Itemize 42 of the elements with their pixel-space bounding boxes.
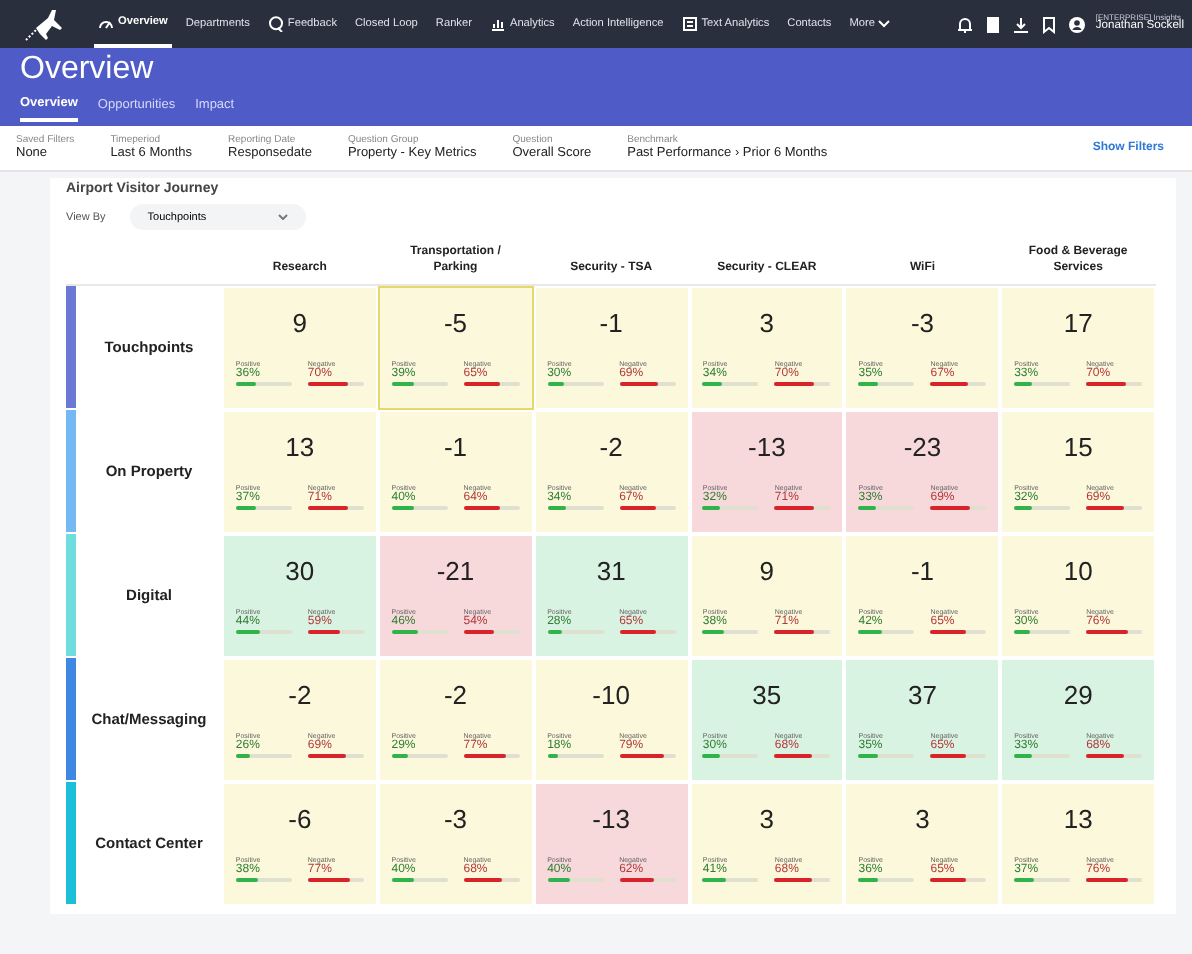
bookmark-icon[interactable] xyxy=(1039,15,1058,33)
score-value: -2 xyxy=(443,680,468,714)
score-value: -6 xyxy=(288,804,312,838)
bell-icon[interactable] xyxy=(955,15,974,33)
score-value: -21 xyxy=(436,556,475,590)
score-value: 3 xyxy=(759,804,775,838)
score-value: 9 xyxy=(759,556,775,590)
score-value: 17 xyxy=(1063,308,1093,342)
score-value: 15 xyxy=(1063,432,1093,466)
score-value: 9 xyxy=(292,308,308,342)
score-value: 3 xyxy=(759,308,775,342)
score-value: 10 xyxy=(1063,556,1093,590)
score-value: 13 xyxy=(285,432,315,466)
score-value: -3 xyxy=(910,308,935,342)
score-value: 13 xyxy=(1063,804,1093,838)
score-value: 29 xyxy=(1063,680,1093,714)
score-value: 3 xyxy=(915,804,930,838)
score-value: -2 xyxy=(288,680,312,714)
score-value: 35 xyxy=(752,680,782,714)
user-icon[interactable] xyxy=(1067,15,1086,33)
chart-icon xyxy=(489,16,506,32)
document-icon xyxy=(681,16,698,32)
score-value: 37 xyxy=(908,680,937,714)
airplane-logo-icon[interactable] xyxy=(24,6,68,42)
score-value: 30 xyxy=(285,556,315,590)
document-icon[interactable] xyxy=(983,15,1002,33)
score-value: -1 xyxy=(443,432,468,466)
caret-icon xyxy=(277,214,288,220)
score-value: -1 xyxy=(599,308,623,342)
score-value: -13 xyxy=(748,432,786,466)
score-value: -23 xyxy=(903,432,942,466)
gauge-icon xyxy=(98,15,114,29)
score-value: -2 xyxy=(599,432,623,466)
score-value: -13 xyxy=(592,804,630,838)
score-value: -3 xyxy=(443,804,468,838)
download-icon[interactable] xyxy=(1011,15,1030,33)
score-value: -10 xyxy=(592,680,630,714)
score-value: -1 xyxy=(910,556,935,590)
score-value: 31 xyxy=(596,556,626,590)
score-value: -5 xyxy=(443,308,468,342)
caret-icon xyxy=(878,20,891,28)
page-title: Overview xyxy=(20,52,156,88)
